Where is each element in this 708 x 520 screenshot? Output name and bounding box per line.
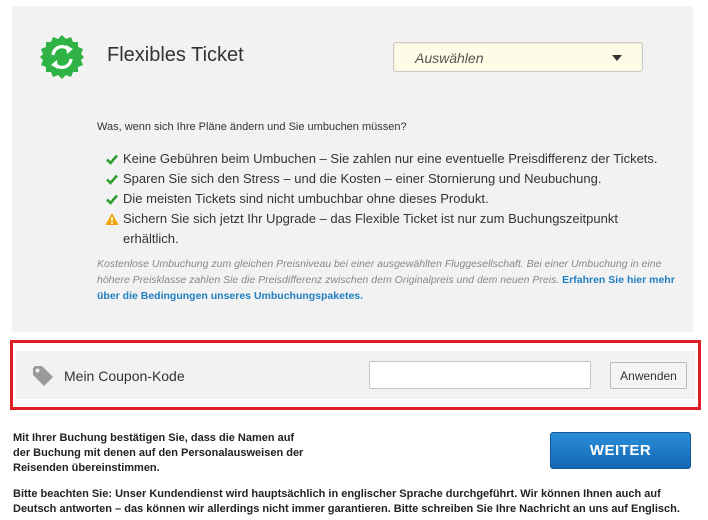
apply-coupon-button[interactable]: Anwenden [610,362,687,389]
continue-button[interactable]: WEITER [550,432,691,469]
coupon-highlight-frame: Mein Coupon-Kode Anwenden [10,340,701,410]
question-text: Was, wenn sich Ihre Pläne ändern und Sie… [97,121,407,133]
coupon-code-input[interactable] [369,361,591,389]
coupon-label: Mein Coupon-Kode [64,368,185,384]
coupon-section: Mein Coupon-Kode Anwenden [16,351,695,399]
check-icon [106,154,118,165]
chevron-down-icon [612,55,622,61]
ticket-title: Flexibles Ticket [107,44,244,66]
select-value: Auswählen [415,50,484,66]
warning-icon [105,213,119,225]
rebooking-note: Kostenlose Umbuchung zum gleichen Preisn… [97,256,687,304]
check-icon [106,174,118,185]
benefit-item: Die meisten Tickets sind nicht umbuchbar… [105,189,675,209]
benefit-item: Sichern Sie sich jetzt Ihr Upgrade – das… [105,209,675,249]
benefits-list: Keine Gebühren beim Umbuchen – Sie zahle… [105,149,675,249]
refresh-badge-icon [40,35,84,79]
benefit-text: Sichern Sie sich jetzt Ihr Upgrade – das… [123,211,618,246]
benefit-item: Sparen Sie sich den Stress – und die Kos… [105,169,675,189]
benefit-text: Die meisten Tickets sind nicht umbuchbar… [123,191,489,206]
booking-confirmation-text: Mit Ihrer Buchung bestätigen Sie, dass d… [13,432,304,474]
benefit-text: Keine Gebühren beim Umbuchen – Sie zahle… [123,151,658,166]
check-icon [106,194,118,205]
flexible-ticket-select[interactable]: Auswählen [393,42,643,72]
tag-icon [33,366,53,386]
benefit-item: Keine Gebühren beim Umbuchen – Sie zahle… [105,149,675,169]
benefit-text: Sparen Sie sich den Stress – und die Kos… [123,171,602,186]
language-notice: Bitte beachten Sie: Unser Kundendienst w… [13,488,680,515]
flexible-ticket-panel: Flexibles Ticket Auswählen Was, wenn sic… [12,6,693,332]
